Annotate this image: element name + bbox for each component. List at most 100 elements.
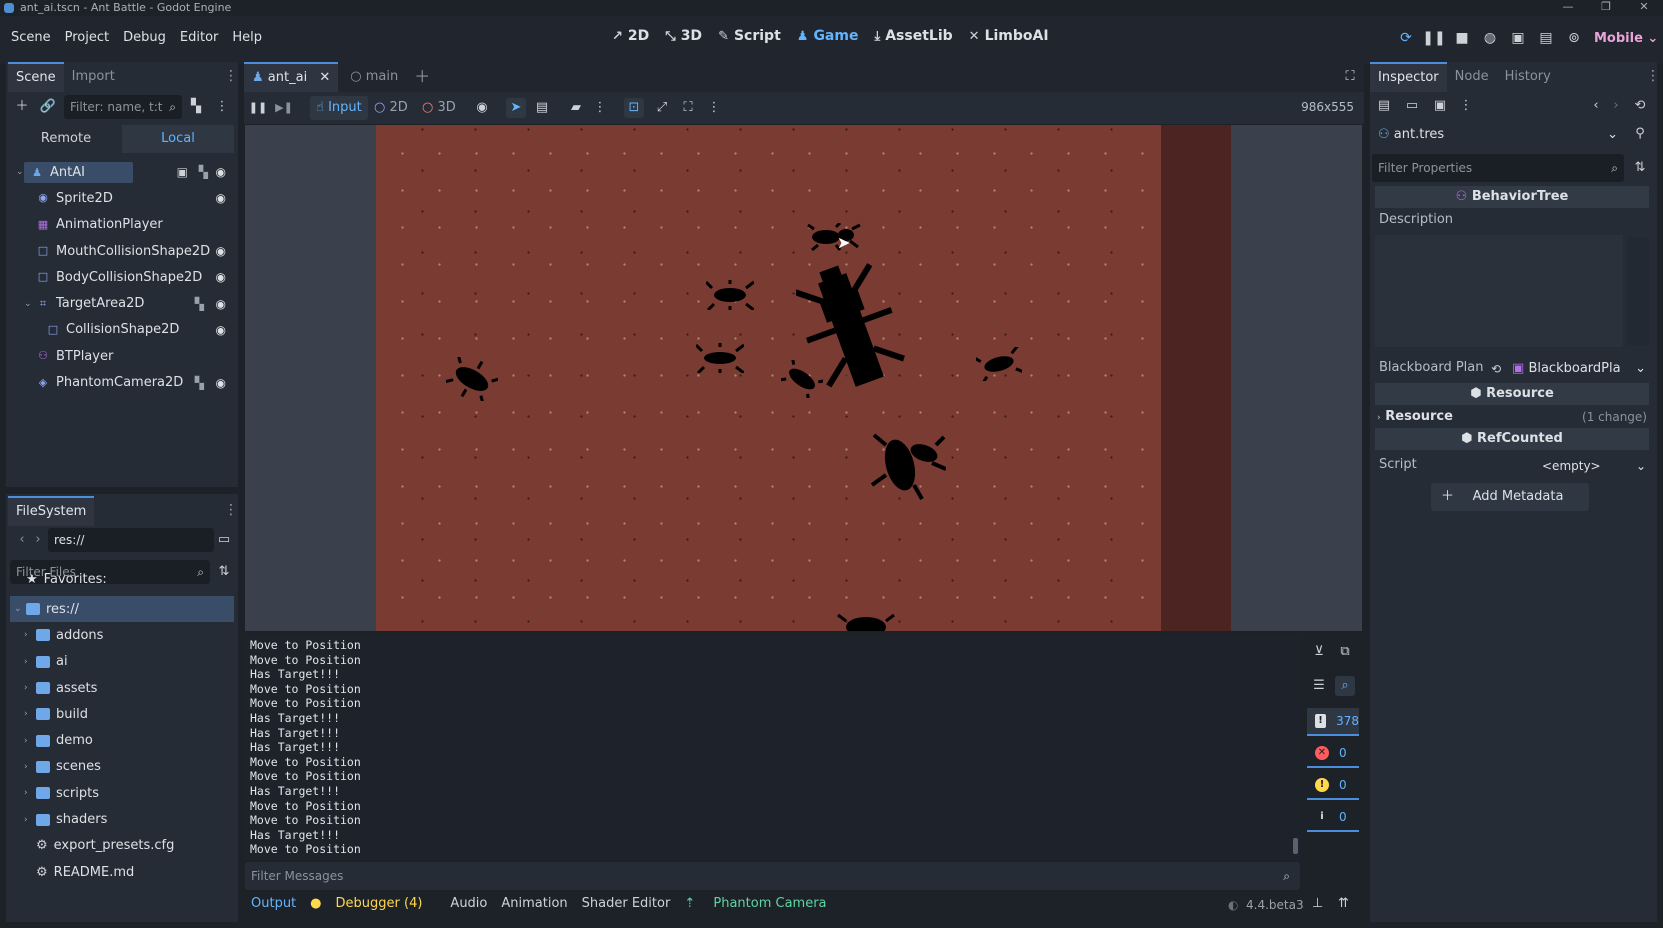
script-value[interactable]: <empty> ⌄: [1512, 455, 1650, 477]
folder-addons[interactable]: › addons: [10, 622, 234, 648]
pin-panel-icon[interactable]: ⊥: [1312, 896, 1323, 911]
scene-dock-menu-icon[interactable]: ⋮: [224, 68, 238, 84]
play-custom-scene-icon[interactable]: ▤: [1532, 30, 1560, 46]
resource-selector[interactable]: ⚇ ant.tres ⌄: [1374, 122, 1624, 148]
menu-scene[interactable]: Scene: [4, 30, 58, 45]
inspector-menu-icon[interactable]: ⋮: [1646, 68, 1660, 84]
path-input[interactable]: res://: [48, 528, 214, 552]
tree-item-antai[interactable]: ⌄ ♟ AntAI ▣ ▚ ◉: [10, 159, 234, 185]
folder-ai[interactable]: › ai: [10, 649, 234, 675]
filesystem-menu-icon[interactable]: ⋮: [224, 502, 238, 518]
renderer-selector[interactable]: Mobile ⌄: [1594, 31, 1658, 46]
resource-group[interactable]: › Resource (1 change): [1377, 406, 1649, 428]
remote-debug-icon[interactable]: ◍: [1476, 30, 1504, 46]
filter-info-button[interactable]: ⅰ0: [1307, 804, 1359, 832]
visibility-icon[interactable]: ◉: [216, 191, 226, 205]
visibility-toggle-icon[interactable]: ◉: [472, 98, 492, 118]
output-log[interactable]: Move to Position Move to Position Has Ta…: [245, 638, 1300, 860]
copy-log-icon[interactable]: ⧉: [1335, 642, 1355, 662]
tab-node[interactable]: Node: [1447, 62, 1497, 92]
resource-options-icon[interactable]: ⋮: [1456, 96, 1476, 116]
expand-arrow-icon[interactable]: ›: [24, 709, 36, 719]
expand-arrow-icon[interactable]: ›: [24, 815, 36, 825]
scene-filter-input[interactable]: Filter: name, t:t ⌕: [64, 95, 182, 119]
filter-properties-input[interactable]: Filter Properties ⌕: [1372, 154, 1624, 182]
new-resource-icon[interactable]: ▤: [1374, 96, 1394, 116]
folder-shaders[interactable]: › shaders: [10, 806, 234, 832]
script-icon[interactable]: ▚: [195, 297, 204, 311]
object-history-icon[interactable]: ⟲: [1630, 96, 1650, 116]
maximize-icon[interactable]: ❐: [1587, 0, 1625, 16]
fullscreen-icon[interactable]: ⛶: [678, 98, 698, 118]
folder-root[interactable]: ⌄ res://: [10, 596, 234, 623]
tab-history[interactable]: History: [1497, 62, 1559, 92]
history-forward-icon[interactable]: ›: [1606, 96, 1626, 116]
textarea-scrollbar[interactable]: [1627, 237, 1649, 345]
tree-item-animationplayer[interactable]: ▦ AnimationPlayer: [10, 212, 234, 238]
collapse-arrow-icon[interactable]: ⌄: [24, 299, 36, 309]
tree-item-btplayer[interactable]: ⚇ BTPlayer: [10, 343, 234, 369]
description-textarea[interactable]: [1375, 235, 1623, 347]
stretch-icon[interactable]: ⤢: [652, 98, 672, 118]
favorites-item[interactable]: ★ Favorites:: [10, 566, 107, 592]
tab-inspector[interactable]: Inspector: [1370, 62, 1447, 92]
tree-item-phantomcamera2d[interactable]: ◈ PhantomCamera2D ▚ ◉: [10, 369, 234, 395]
save-resource-icon[interactable]: ▣: [1430, 96, 1450, 116]
visibility-icon[interactable]: ◉: [216, 244, 226, 258]
camera-override-icon[interactable]: ▰: [566, 98, 586, 118]
script-icon[interactable]: ▚: [195, 376, 204, 390]
menu-help[interactable]: Help: [225, 30, 269, 45]
toggle-split-icon[interactable]: ▭: [214, 530, 234, 550]
expand-arrow-icon[interactable]: ›: [24, 788, 36, 798]
remote-button[interactable]: Remote: [10, 125, 122, 153]
toggle-search-icon[interactable]: ⌕: [1335, 676, 1355, 696]
pin-resource-icon[interactable]: ⚲: [1630, 124, 1650, 144]
embed-options-icon[interactable]: ⋮: [704, 98, 724, 118]
expand-arrow-icon[interactable]: ›: [24, 736, 36, 746]
folder-demo[interactable]: › demo: [10, 727, 234, 753]
tree-item-targetarea2d[interactable]: ⌄ ⌗ TargetArea2D ▚ ◉: [10, 290, 234, 316]
tab-filesystem[interactable]: FileSystem: [8, 496, 95, 526]
close-icon[interactable]: ✕: [1625, 0, 1663, 16]
folder-assets[interactable]: › assets: [10, 675, 234, 701]
file-export-presets[interactable]: ⚙ export_presets.cfg: [10, 833, 234, 859]
tab-ant-ai[interactable]: ♟ ant_ai ✕: [244, 62, 339, 92]
game-viewport[interactable]: ➤: [245, 125, 1362, 631]
menu-project[interactable]: Project: [58, 30, 116, 45]
tab-shader-editor[interactable]: Shader Editor: [582, 896, 671, 911]
menu-debug[interactable]: Debug: [116, 30, 173, 45]
tab-import[interactable]: Import: [64, 62, 123, 92]
tab-scene[interactable]: Scene: [8, 62, 64, 92]
workspace-3d[interactable]: ⤡ 3D: [665, 28, 702, 44]
scene-options-icon[interactable]: ⋮: [212, 97, 232, 117]
visibility-icon[interactable]: ◉: [216, 323, 226, 337]
forward-icon[interactable]: ›: [28, 530, 48, 550]
visibility-icon[interactable]: ◉: [216, 165, 226, 179]
tree-item-collisionshape2d[interactable]: □ CollisionShape2D ◉: [10, 317, 234, 343]
close-tab-icon[interactable]: ✕: [319, 70, 330, 85]
expand-arrow-icon[interactable]: ›: [24, 657, 36, 667]
sort-icon[interactable]: ⇅: [214, 562, 234, 582]
reload-scene-icon[interactable]: ⟳: [1392, 30, 1420, 46]
tab-debugger[interactable]: ● Debugger (4): [310, 896, 436, 911]
workspace-assetlib[interactable]: ⤓ AssetLib: [874, 28, 952, 44]
workspace-limboai[interactable]: ✕ LimboAI: [969, 28, 1049, 44]
add-metadata-button[interactable]: ＋ Add Metadata: [1431, 483, 1589, 511]
file-readme[interactable]: ⚙ README.md: [10, 859, 234, 885]
filter-errors-button[interactable]: ✕ 0: [1307, 740, 1359, 768]
visibility-icon[interactable]: ◉: [216, 270, 226, 284]
list-select-icon[interactable]: ▤: [532, 98, 552, 118]
play-scene-icon[interactable]: ▣: [1504, 30, 1532, 46]
instance-scene-icon[interactable]: 🔗: [38, 97, 58, 117]
tab-main[interactable]: ○ main: [342, 62, 406, 92]
pause-game-icon[interactable]: ❚❚: [248, 98, 268, 118]
stop-icon[interactable]: ■: [1448, 30, 1476, 46]
mode-3d-toggle[interactable]: ○ 3D: [422, 96, 456, 120]
workspace-script[interactable]: ✎ Script: [718, 28, 781, 44]
tree-item-mouthcollisionshape2d[interactable]: □ MouthCollisionShape2D ◉: [10, 238, 234, 264]
collapse-duplicates-icon[interactable]: ☰: [1309, 676, 1329, 696]
tab-output[interactable]: Output: [251, 896, 296, 911]
input-toggle[interactable]: ☝ Input: [310, 96, 368, 120]
next-frame-icon[interactable]: ▶❚: [274, 98, 294, 118]
group-icon[interactable]: ▣: [177, 165, 188, 179]
